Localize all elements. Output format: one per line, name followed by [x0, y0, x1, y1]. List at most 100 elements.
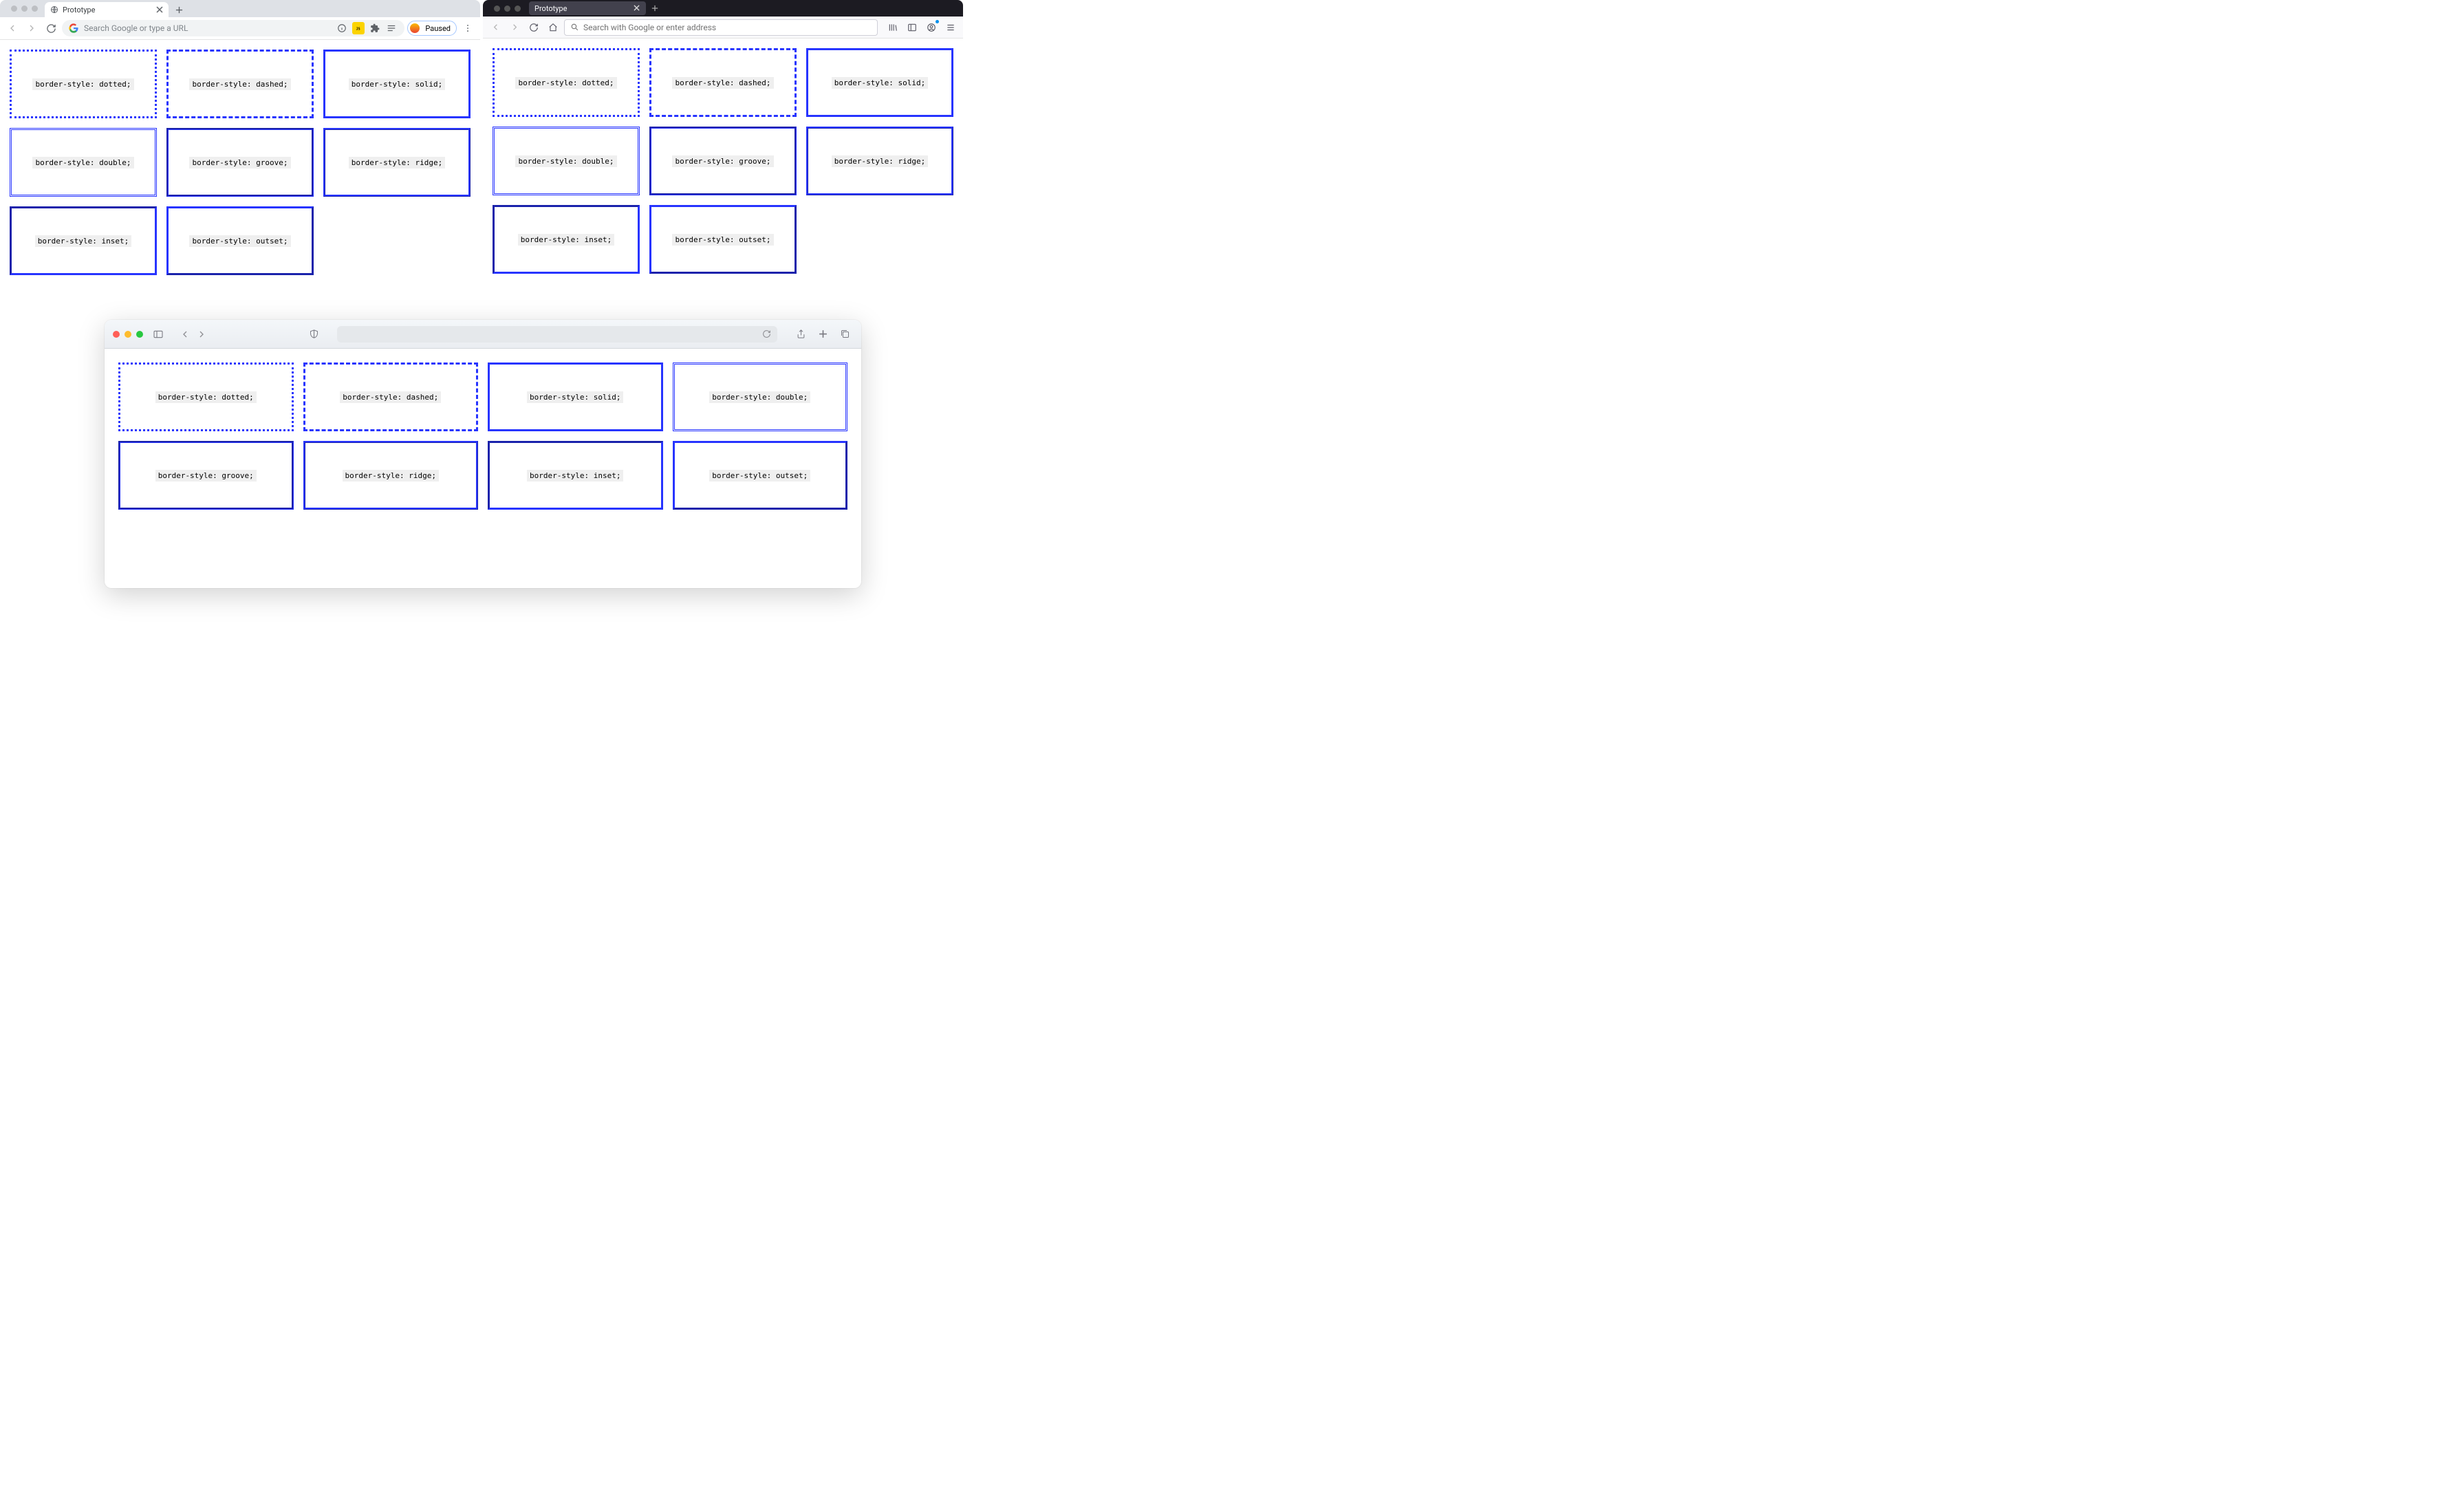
new-tab-button[interactable]: [171, 2, 186, 17]
js-badge-icon[interactable]: JS: [352, 22, 365, 34]
account-icon[interactable]: [923, 19, 940, 36]
page-content-chrome: border-style: dotted; border-style: dashe…: [0, 40, 480, 285]
page-info-icon[interactable]: [336, 22, 348, 34]
safari-window: border-style: dotted;border-style: dashe…: [105, 320, 861, 588]
forward-button[interactable]: [506, 19, 523, 36]
border-demo-card-double: border-style: double;: [493, 127, 640, 195]
border-style-label: border-style: solid;: [832, 77, 928, 89]
border-demo-card-ridge: border-style: ridge;: [806, 127, 953, 195]
extensions-icon[interactable]: [369, 22, 381, 34]
new-tab-button[interactable]: [814, 326, 831, 343]
browser-tab[interactable]: Prototype: [45, 2, 169, 17]
browser-tab[interactable]: Prototype: [529, 1, 646, 15]
border-demo-card-outset: border-style: outset;: [649, 205, 797, 274]
new-tab-button[interactable]: [647, 5, 662, 12]
shield-icon[interactable]: [305, 326, 322, 343]
search-icon: [570, 23, 579, 32]
back-button[interactable]: [177, 327, 193, 342]
border-style-label: border-style: inset;: [518, 234, 614, 246]
omnibox-placeholder: Search Google or type a URL: [84, 23, 188, 33]
minimize-window-icon[interactable]: [21, 6, 28, 12]
border-demo-card-solid: border-style: solid;: [488, 362, 663, 431]
border-style-label: border-style: dotted;: [32, 78, 133, 90]
minimize-window-icon[interactable]: [125, 331, 131, 338]
minimize-window-icon[interactable]: [504, 6, 510, 12]
home-button[interactable]: [545, 19, 561, 36]
border-style-label: border-style: outset;: [672, 234, 773, 246]
tab-title: Prototype: [63, 6, 152, 14]
forward-button[interactable]: [23, 20, 40, 36]
forward-button[interactable]: [194, 327, 209, 342]
border-style-label: border-style: double;: [515, 155, 616, 167]
border-style-label: border-style: ridge;: [832, 155, 928, 167]
reading-list-icon[interactable]: [385, 22, 398, 34]
safari-toolbar: [105, 320, 861, 349]
border-demo-card-outset: border-style: outset;: [166, 206, 314, 275]
window-controls: [487, 6, 528, 12]
border-demo-card-dotted: border-style: dotted;: [493, 48, 640, 117]
hamburger-menu-icon[interactable]: [942, 19, 959, 36]
page-content-safari: border-style: dotted;border-style: dashe…: [105, 349, 861, 523]
google-g-icon: [69, 23, 78, 33]
close-tab-icon[interactable]: [156, 6, 163, 13]
zoom-window-icon[interactable]: [136, 331, 143, 338]
border-demo-card-solid: border-style: solid;: [323, 50, 471, 118]
close-window-icon[interactable]: [113, 331, 120, 338]
reload-button[interactable]: [526, 19, 542, 36]
chrome-tabstrip: Prototype: [0, 0, 480, 17]
border-style-label: border-style: dotted;: [515, 77, 616, 89]
address-bar[interactable]: Search Google or type a URL JS: [62, 20, 404, 36]
border-demo-card-dotted: border-style: dotted;: [10, 50, 157, 118]
border-demo-card-groove: border-style: groove;: [649, 127, 797, 195]
border-demo-card-groove: border-style: groove;: [166, 128, 314, 197]
border-style-label: border-style: ridge;: [343, 470, 439, 481]
border-demo-card-inset: border-style: inset;: [493, 205, 640, 274]
close-tab-icon[interactable]: [634, 5, 640, 12]
border-demo-card-ridge: border-style: ridge;: [303, 441, 479, 510]
share-icon[interactable]: [792, 326, 809, 343]
window-controls: [113, 331, 143, 338]
zoom-window-icon[interactable]: [32, 6, 38, 12]
border-style-label: border-style: inset;: [527, 470, 623, 481]
address-bar[interactable]: [337, 326, 777, 343]
close-window-icon[interactable]: [494, 6, 500, 12]
kebab-menu-icon[interactable]: [460, 20, 476, 36]
border-style-label: border-style: solid;: [349, 78, 445, 90]
window-controls: [4, 0, 45, 17]
back-button[interactable]: [4, 20, 21, 36]
page-content-firefox: border-style: dotted; border-style: dashe…: [483, 39, 963, 283]
border-demo-card-groove: border-style: groove;: [118, 441, 294, 510]
sidebar-icon[interactable]: [904, 19, 920, 36]
border-demo-card-inset: border-style: inset;: [10, 206, 157, 275]
chrome-window: Prototype Search G: [0, 0, 480, 320]
paused-label: Paused: [425, 24, 451, 33]
reload-icon[interactable]: [762, 329, 772, 339]
firefox-window: Prototype Search with Google or enter ad…: [483, 0, 963, 320]
border-demo-card-inset: border-style: inset;: [488, 441, 663, 510]
border-demo-card-double: border-style: double;: [10, 128, 157, 197]
reload-button[interactable]: [43, 20, 59, 36]
tab-title: Prototype: [534, 4, 567, 13]
border-style-label: border-style: inset;: [35, 235, 131, 247]
close-window-icon[interactable]: [11, 6, 17, 12]
border-style-label: border-style: dashed;: [672, 77, 773, 89]
profile-chip[interactable]: Paused: [407, 21, 457, 36]
tabs-icon[interactable]: [836, 326, 853, 343]
library-icon[interactable]: [885, 19, 901, 36]
firefox-toolbar: Search with Google or enter address: [483, 17, 963, 39]
border-demo-card-dashed: border-style: dashed;: [649, 48, 797, 117]
firefox-tabstrip: Prototype: [483, 0, 963, 17]
zoom-window-icon[interactable]: [515, 6, 521, 12]
border-demo-card-ridge: border-style: ridge;: [323, 128, 471, 197]
back-button[interactable]: [487, 19, 504, 36]
address-bar[interactable]: Search with Google or enter address: [564, 19, 878, 36]
chrome-toolbar: Search Google or type a URL JS Paused: [0, 17, 480, 40]
urlbar-placeholder: Search with Google or enter address: [583, 23, 716, 32]
border-style-label: border-style: dashed;: [340, 391, 441, 403]
border-style-label: border-style: dashed;: [189, 78, 290, 90]
border-demo-card-double: border-style: double;: [673, 362, 848, 431]
border-style-label: border-style: solid;: [527, 391, 623, 403]
avatar-icon: [410, 23, 420, 33]
border-style-label: border-style: ridge;: [349, 157, 445, 169]
sidebar-icon[interactable]: [150, 326, 166, 343]
